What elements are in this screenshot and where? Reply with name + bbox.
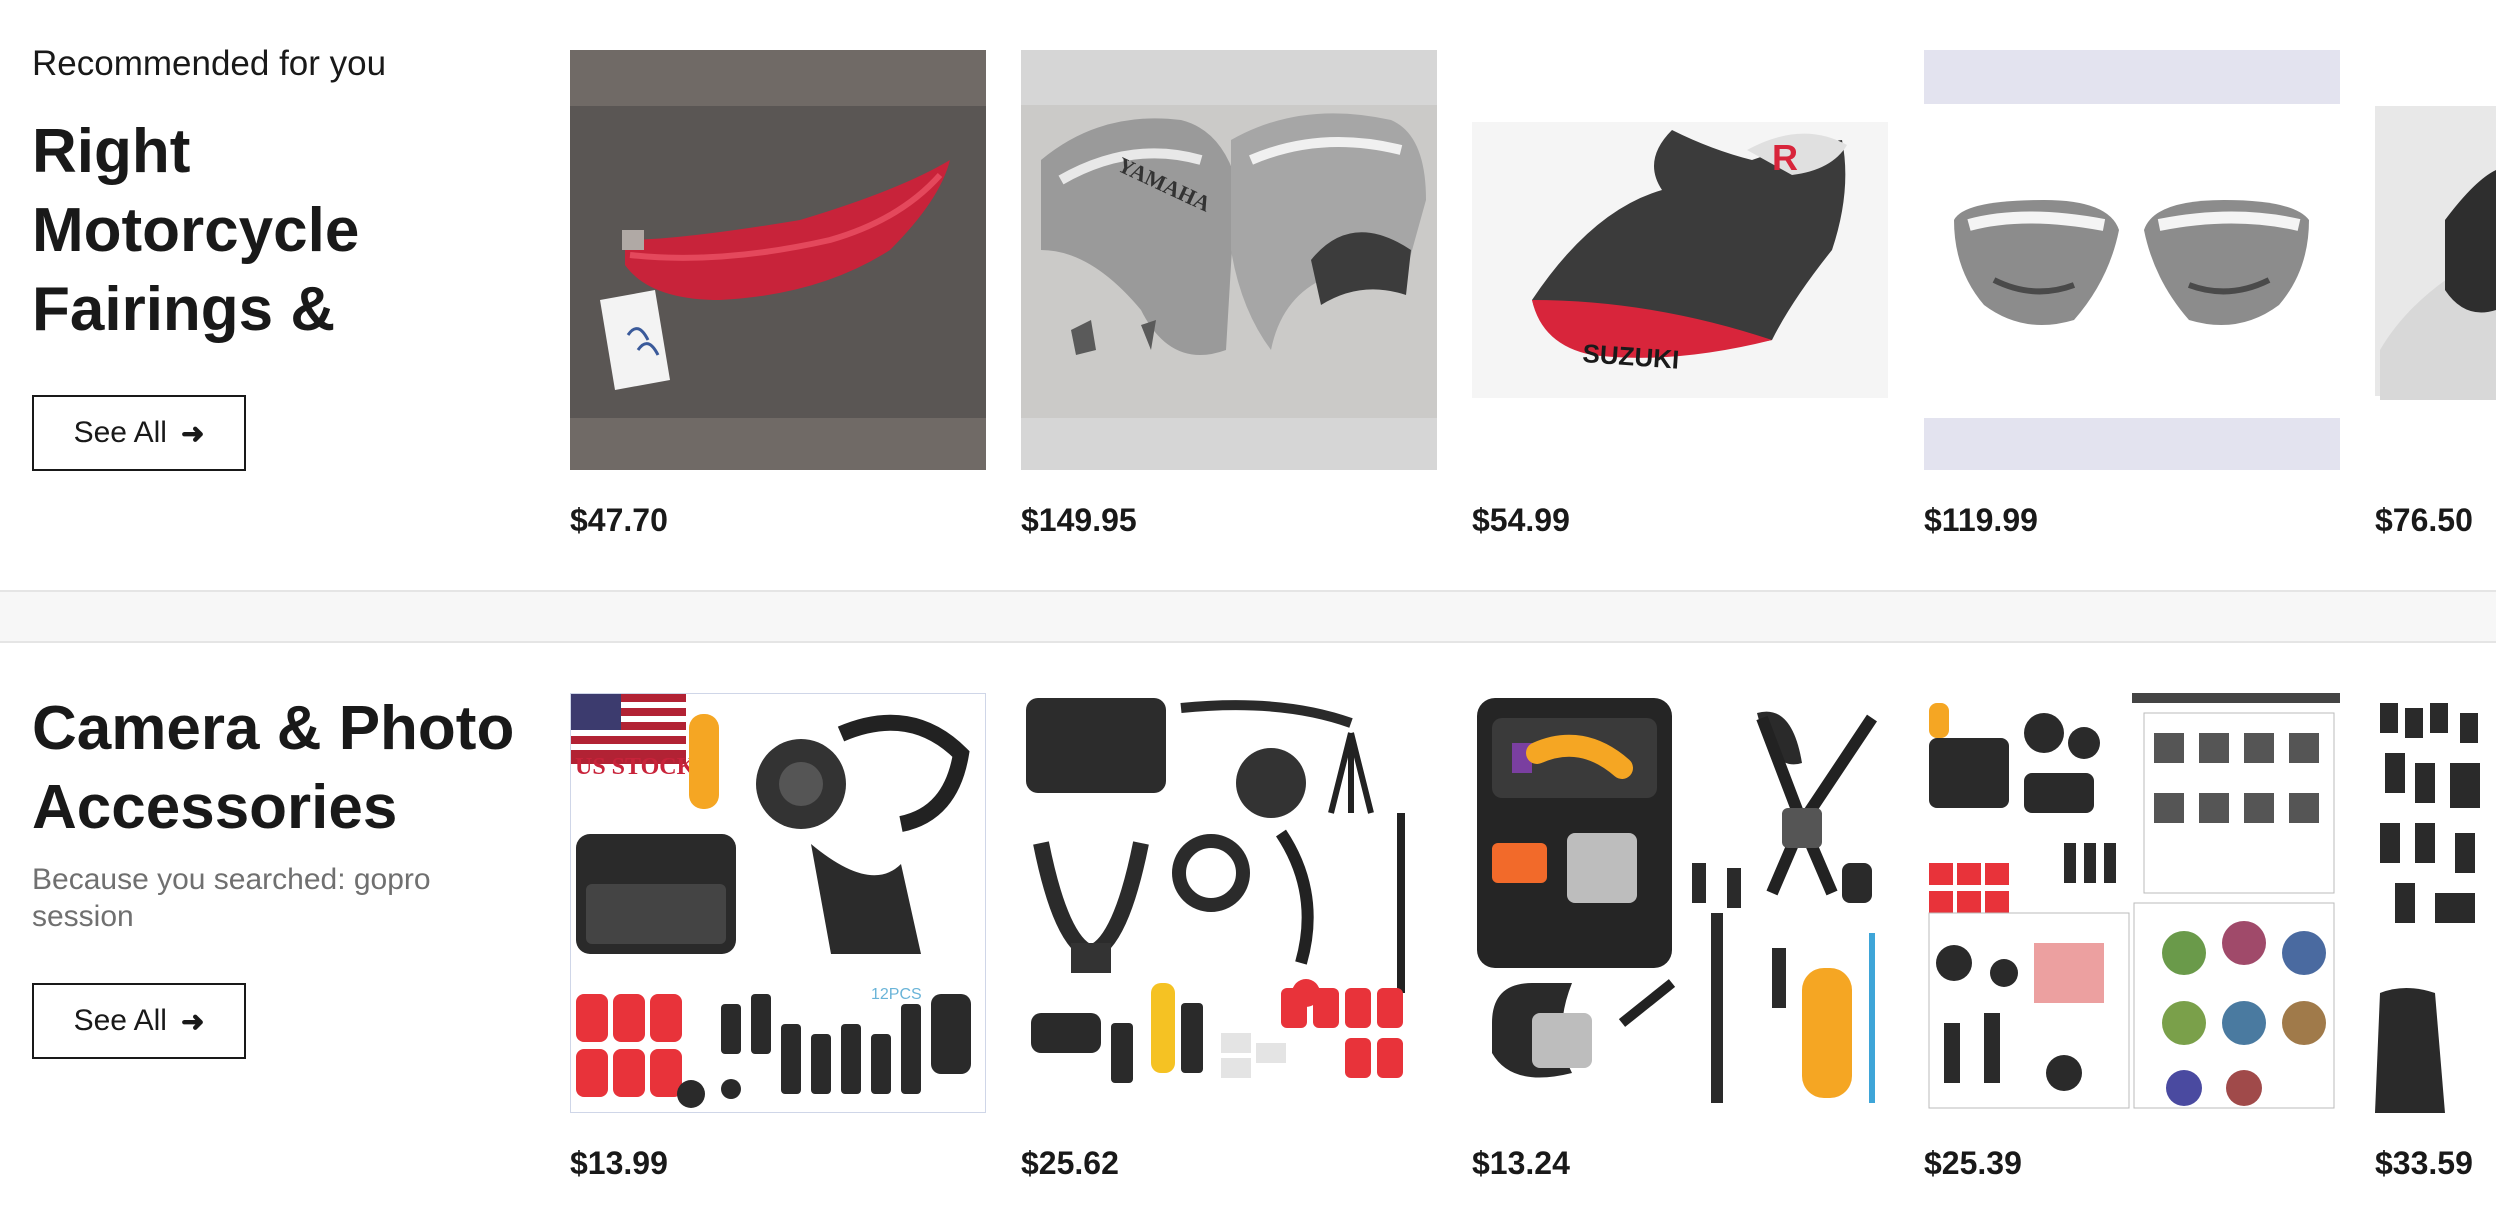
- product-image[interactable]: YAMAHA: [1021, 50, 1437, 470]
- product-image[interactable]: US STOCK 12PCS: [570, 693, 986, 1113]
- arrow-right-icon: ➜: [180, 1005, 205, 1037]
- section-title[interactable]: Camera & Photo Accessories: [32, 689, 552, 847]
- product-price: $76.50: [2375, 502, 2473, 538]
- product-price: $54.99: [1472, 502, 1570, 538]
- product-image[interactable]: [1021, 693, 1437, 1113]
- camera-accessories-section: Camera & Photo Accessories Because you s…: [0, 641, 2496, 1232]
- product-price: $119.99: [1924, 502, 2038, 538]
- product-image[interactable]: [1924, 693, 2340, 1113]
- section-title-line: Fairings &: [32, 275, 336, 344]
- see-all-button[interactable]: See All ➜: [32, 983, 246, 1059]
- product-price: $47.70: [570, 502, 668, 538]
- svg-text:R: R: [1772, 137, 1798, 178]
- product-image[interactable]: [2375, 50, 2496, 470]
- product-price: $33.59: [2375, 1145, 2473, 1181]
- see-all-label: See All: [73, 416, 167, 449]
- subtitle-line: session: [32, 900, 134, 933]
- arrow-right-icon: ➜: [180, 417, 205, 449]
- section-title-line: Accessories: [32, 773, 398, 842]
- section-title[interactable]: Right Motorcycle Fairings &: [32, 112, 532, 349]
- svg-text:12PCS: 12PCS: [871, 986, 922, 1003]
- product-price: $25.39: [1924, 1145, 2022, 1181]
- section-subtitle: Because you searched: gopro session: [32, 861, 532, 935]
- product-image[interactable]: [1924, 50, 2340, 470]
- section-eyebrow: Recommended for you: [32, 44, 387, 83]
- product-image[interactable]: [2375, 693, 2496, 1113]
- section-title-line: Motorcycle: [32, 196, 360, 265]
- see-all-label: See All: [73, 1004, 167, 1037]
- product-price: $149.95: [1021, 502, 1137, 538]
- product-image[interactable]: [1472, 693, 1888, 1113]
- product-image-text: US STOCK: [575, 754, 696, 780]
- see-all-button[interactable]: See All ➜: [32, 395, 246, 471]
- section-header: Recommended for you: [32, 44, 532, 84]
- section-title-line: Right: [32, 117, 191, 186]
- product-price: $25.62: [1021, 1145, 1119, 1181]
- product-price: $13.99: [570, 1145, 668, 1181]
- product-price: $13.24: [1472, 1145, 1570, 1181]
- recommended-section: Recommended for you Right Motorcycle Fai…: [0, 0, 2496, 592]
- section-title-line: Camera & Photo: [32, 694, 515, 763]
- subtitle-line: Because you searched: gopro: [32, 863, 431, 896]
- product-image[interactable]: [570, 50, 986, 470]
- product-image[interactable]: SUZUKI R: [1472, 50, 1888, 470]
